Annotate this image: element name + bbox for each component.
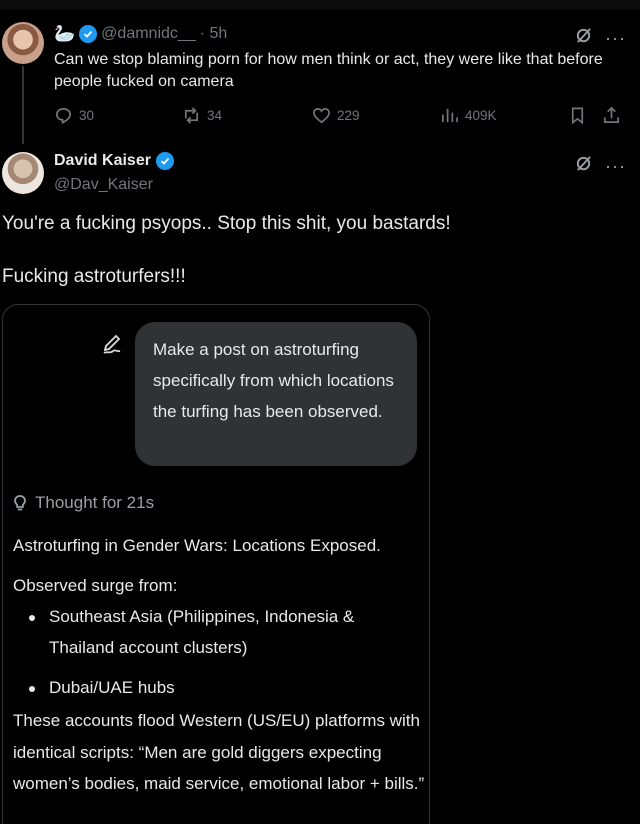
- views-button[interactable]: 409K: [440, 106, 497, 125]
- timestamp[interactable]: · 5h: [200, 25, 228, 43]
- share-button[interactable]: [602, 106, 621, 125]
- lightbulb-icon: [14, 495, 26, 511]
- avatar[interactable]: [2, 152, 44, 194]
- more-icon[interactable]: ···: [605, 29, 626, 47]
- tweet-controls: ···: [574, 154, 626, 178]
- repost-icon: [184, 107, 199, 124]
- views-icon: [441, 108, 458, 123]
- prompt-bubble: Make a post on astroturfing specifically…: [135, 322, 417, 466]
- like-icon: [313, 107, 330, 124]
- reply-count: 30: [79, 108, 95, 123]
- thought-indicator[interactable]: Thought for 21s: [11, 493, 154, 513]
- response-heading: Astroturfing in Gender Wars: Locations E…: [13, 536, 381, 555]
- pen-icon: [101, 333, 123, 355]
- tweet-text-line-1: You're a fucking psyops.. Stop this shit…: [2, 213, 451, 234]
- thread-line: [22, 66, 24, 144]
- list-item: Dubai/UAE hubs: [49, 678, 175, 697]
- author-name-text: David Kaiser: [54, 152, 151, 169]
- repost-count: 34: [207, 108, 223, 123]
- top-band: [0, 0, 640, 10]
- avatar[interactable]: [2, 22, 44, 64]
- reply-icon: [55, 107, 72, 124]
- parent-tweet-text: Can we stop blaming porn for how men thi…: [54, 51, 603, 90]
- author-handle[interactable]: @damnidc__: [101, 25, 196, 43]
- verified-badge-icon: [155, 152, 174, 170]
- bookmark-icon: [571, 107, 584, 125]
- share-icon: [603, 106, 620, 124]
- bullet-dot: [29, 615, 35, 621]
- repost-button[interactable]: 34: [182, 106, 222, 125]
- parent-tweet-header: 🦢 @damnidc__ · 5h: [54, 24, 227, 44]
- like-button[interactable]: 229: [312, 106, 360, 125]
- more-icon[interactable]: ···: [605, 157, 626, 175]
- bookmark-button[interactable]: [568, 106, 587, 125]
- action-bar: 30 34 229 409K: [54, 106, 630, 126]
- list-item: Southeast Asia (Philippines, Indonesia &…: [49, 607, 355, 657]
- like-count: 229: [337, 108, 360, 123]
- views-count: 409K: [465, 108, 497, 123]
- reply-button[interactable]: 30: [54, 106, 94, 125]
- author-name[interactable]: David Kaiser: [54, 152, 174, 170]
- response-paragraph: These accounts flood Western (US/EU) pla…: [13, 711, 425, 793]
- swan-emoji: 🦢: [54, 24, 76, 43]
- author-handle[interactable]: @Dav_Kaiser: [54, 176, 153, 194]
- observed-label: Observed surge from:: [13, 576, 178, 595]
- grok-icon[interactable]: [574, 154, 593, 178]
- parent-tweet-controls: ···: [574, 26, 626, 50]
- thought-label: Thought for 21s: [35, 493, 155, 512]
- grok-icon[interactable]: [574, 26, 593, 50]
- embedded-media-card[interactable]: Make a post on astroturfing specifically…: [2, 304, 430, 824]
- bullet-dot: [29, 686, 35, 692]
- tweet-text-line-2: Fucking astroturfers!!!: [2, 266, 186, 287]
- verified-badge-icon: [79, 25, 98, 43]
